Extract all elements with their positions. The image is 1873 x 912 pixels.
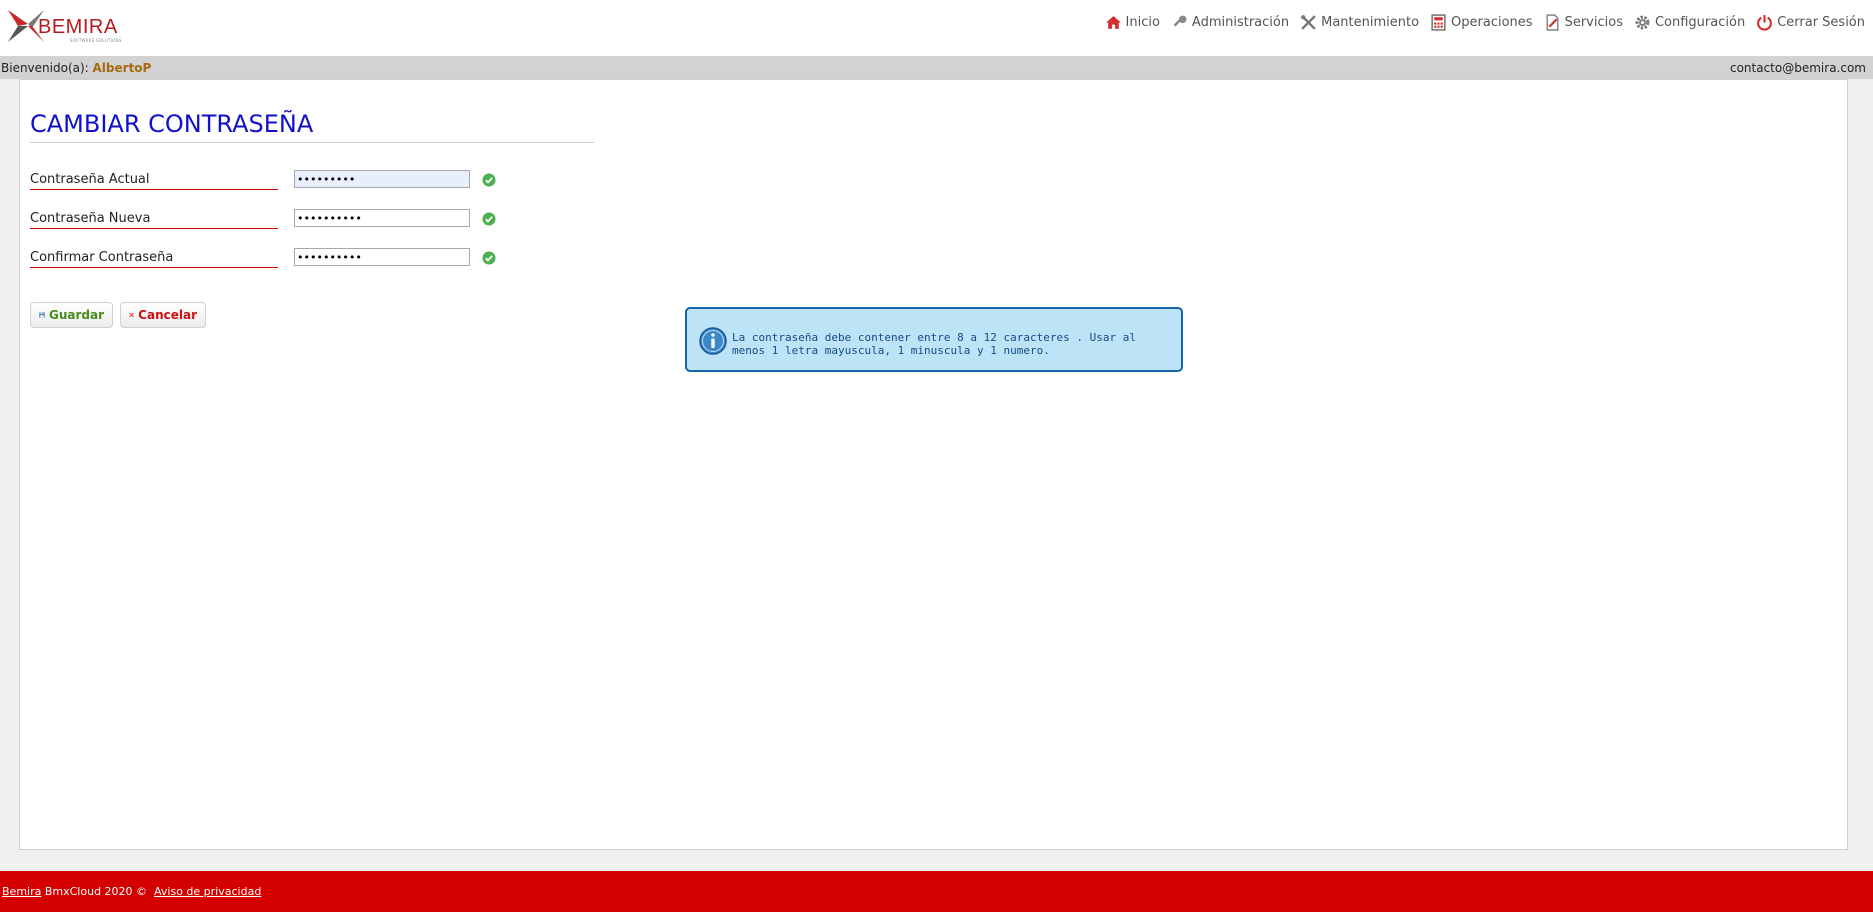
close-icon — [129, 312, 134, 318]
bemira-link[interactable]: Bemira — [2, 885, 41, 898]
info-message-text: La contraseña debe contener entre 8 a 12… — [732, 331, 1136, 357]
info-icon — [699, 327, 727, 355]
tools-icon — [1301, 15, 1316, 30]
confirm-password-row: Confirmar Contraseña — [30, 248, 510, 276]
save-button-label: Guardar — [48, 308, 104, 322]
cancel-button-label: Cancelar — [138, 308, 197, 322]
logo-text: BEMIRA — [38, 16, 118, 38]
nav-inicio-label: Inicio — [1125, 15, 1160, 30]
contact-email: contacto@bemira.com — [1729, 61, 1866, 75]
nav-administracion-label: Administración — [1191, 15, 1290, 30]
welcome-text: Bienvenido(a): AlbertoP — [1, 61, 151, 75]
floppy-disk-icon — [39, 312, 45, 318]
current-password-input[interactable] — [294, 170, 470, 188]
key-icon — [1173, 15, 1187, 27]
nav-servicios-label: Servicios — [1564, 15, 1623, 30]
logo-tagline: SOFTWARE SOLUTIONS — [70, 38, 122, 43]
bemira-logo[interactable]: BEMIRA SOFTWARE SOLUTIONS — [6, 6, 136, 46]
privacy-link[interactable]: Aviso de privacidad — [154, 885, 261, 898]
confirm-password-input[interactable] — [294, 248, 470, 266]
current-password-row: Contraseña Actual — [30, 170, 510, 198]
cancel-button[interactable]: Cancelar — [120, 302, 206, 328]
new-password-input[interactable] — [294, 209, 470, 227]
new-password-row: Contraseña Nueva — [30, 209, 510, 237]
save-button[interactable]: Guardar — [30, 302, 113, 328]
power-icon — [1757, 15, 1773, 31]
nav-configuracion[interactable]: Configuración — [1634, 14, 1745, 31]
footer-text: Bemira BmxCloud 2020 © Aviso de privacid… — [2, 885, 261, 898]
footer-copyright: BmxCloud 2020 © — [41, 885, 155, 898]
check-icon — [482, 251, 496, 265]
nav-administracion[interactable]: Administración — [1171, 14, 1289, 31]
username: AlbertoP — [92, 61, 152, 75]
nav-inicio[interactable]: Inicio — [1105, 14, 1160, 31]
welcome-prefix: Bienvenido(a): — [1, 61, 93, 75]
confirm-password-label: Confirmar Contraseña — [30, 250, 278, 268]
check-icon — [482, 173, 496, 187]
nav-configuracion-label: Configuración — [1654, 15, 1746, 30]
nav-cerrar-sesion-label: Cerrar Sesión — [1777, 15, 1865, 30]
nav-mantenimiento-label: Mantenimiento — [1321, 15, 1420, 30]
info-message: La contraseña debe contener entre 8 a 12… — [685, 307, 1183, 372]
nav-operaciones[interactable]: Operaciones — [1430, 14, 1533, 31]
calculator-icon — [1431, 14, 1446, 31]
page-title: CAMBIAR CONTRASEÑA — [30, 110, 594, 143]
current-password-label: Contraseña Actual — [30, 172, 278, 190]
new-password-label: Contraseña Nueva — [30, 211, 278, 229]
nav-mantenimiento[interactable]: Mantenimiento — [1300, 14, 1419, 31]
header: BEMIRA SOFTWARE SOLUTIONS Inicio Adminis… — [0, 0, 1873, 56]
footer: Bemira BmxCloud 2020 © Aviso de privacid… — [0, 871, 1873, 912]
nav-operaciones-label: Operaciones — [1451, 15, 1533, 30]
nav-cerrar-sesion[interactable]: Cerrar Sesión — [1756, 14, 1865, 31]
edit-document-icon — [1546, 14, 1559, 31]
main-panel: CAMBIAR CONTRASEÑA Contraseña Actual Con… — [19, 79, 1848, 850]
top-nav: Inicio Administración Mantenimiento Oper… — [1094, 14, 1865, 31]
gear-icon — [1635, 15, 1650, 30]
nav-servicios[interactable]: Servicios — [1544, 14, 1623, 31]
check-icon — [482, 212, 496, 226]
home-icon — [1105, 16, 1121, 29]
welcome-bar: Bienvenido(a): AlbertoP contacto@bemira.… — [0, 56, 1873, 79]
